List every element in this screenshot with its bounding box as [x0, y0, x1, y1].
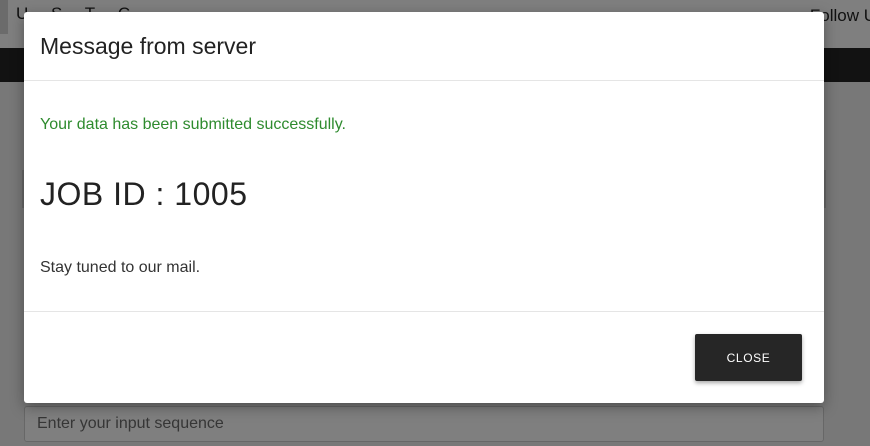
dialog-body: Your data has been submitted successfull…: [24, 81, 824, 311]
dialog-footer: CLOSE: [24, 311, 824, 404]
job-id-heading: JOB ID : 1005: [40, 176, 248, 212]
close-button[interactable]: CLOSE: [695, 334, 802, 381]
success-message: Your data has been submitted successfull…: [40, 116, 346, 133]
dialog-header: Message from server: [24, 12, 824, 81]
dialog-title: Message from server: [40, 33, 257, 59]
message-dialog: Message from server Your data has been s…: [24, 12, 824, 403]
info-message: Stay tuned to our mail.: [40, 259, 201, 276]
